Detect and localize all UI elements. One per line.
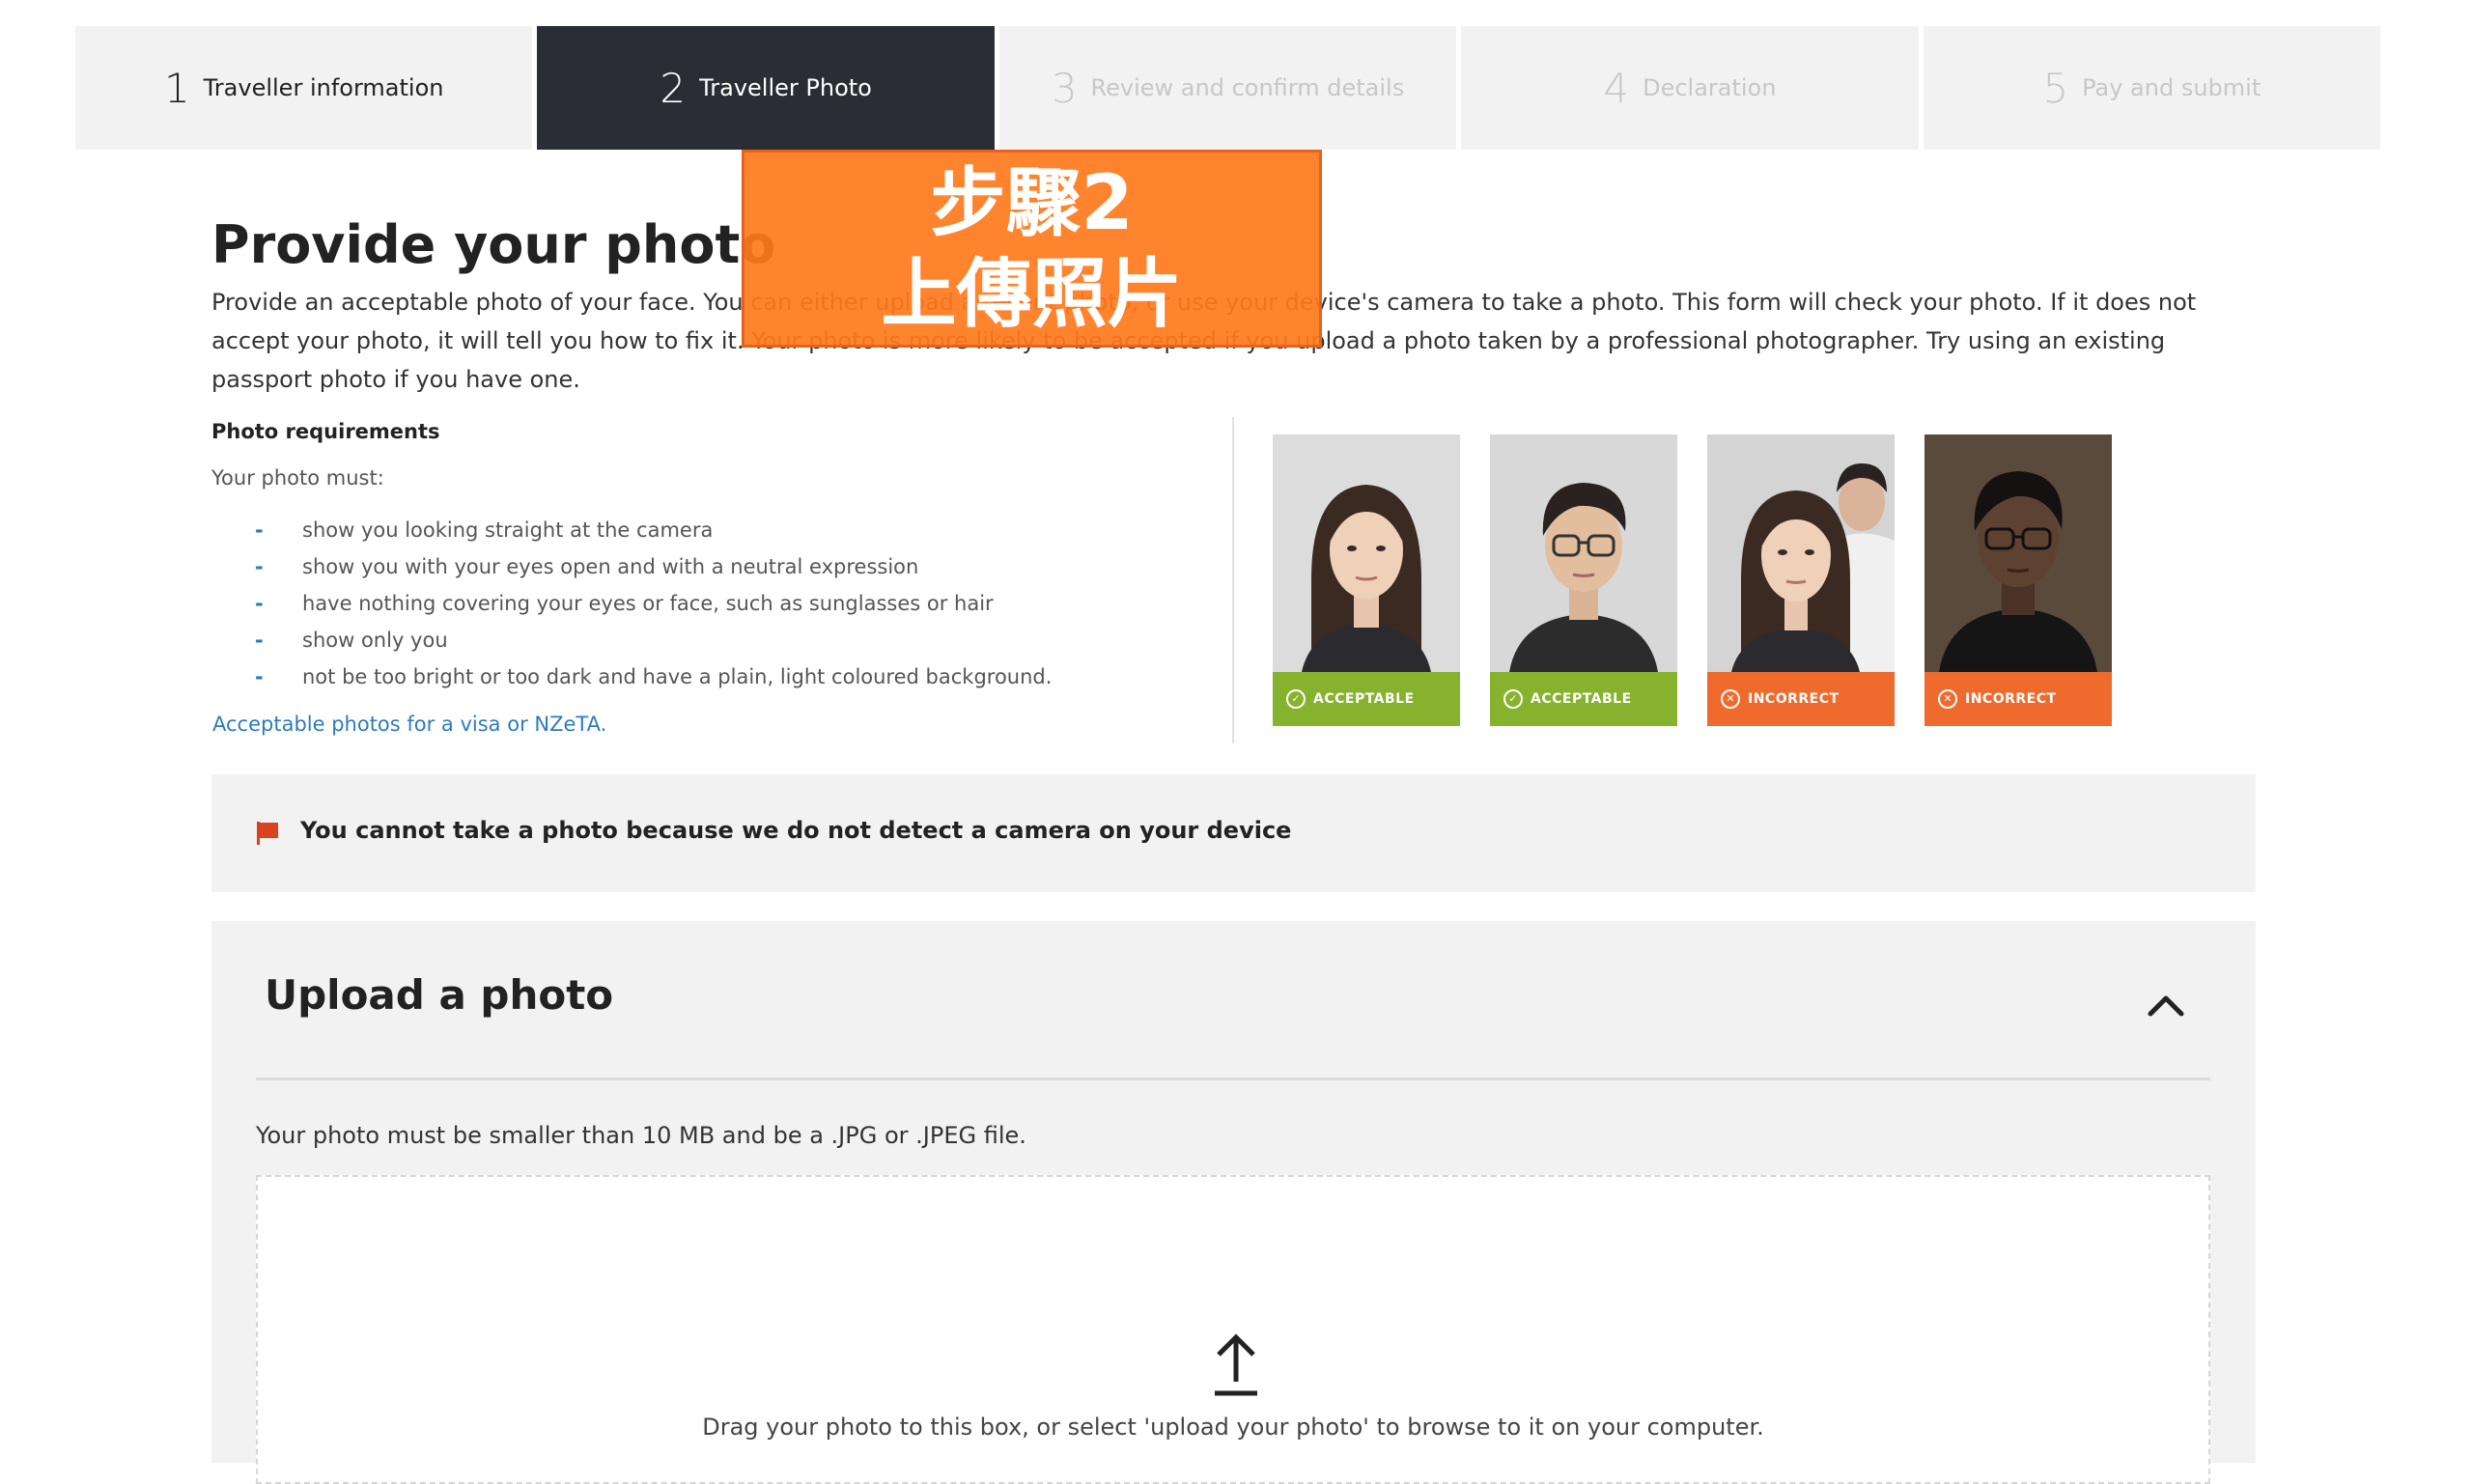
overlay-line-2: 上傳照片 [881,250,1183,338]
step-number: 3 [1051,64,1078,112]
acceptable-badge: ✓ ACCEPTABLE [1273,672,1460,726]
badge-label: ACCEPTABLE [1531,691,1632,707]
acceptable-badge: ✓ ACCEPTABLE [1490,672,1677,726]
upload-title: Upload a photo [265,971,614,1019]
upload-requirements-note: Your photo must be smaller than 10 MB an… [256,1122,1026,1149]
requirements-intro: Your photo must: [211,466,384,490]
step-label: Review and confirm details [1090,74,1405,101]
badge-label: INCORRECT [1748,691,1840,707]
step-label: Declaration [1643,74,1777,101]
divider [256,1078,2210,1080]
list-item: have nothing covering your eyes or face,… [211,585,1052,622]
overlay-line-1: 步驟2 [930,159,1134,247]
step-pay-submit: 5 Pay and submit [1923,26,2381,150]
step-annotation-overlay: 步驟2 上傳照片 [742,150,1322,348]
progress-stepper: 1 Traveller information 2 Traveller Phot… [75,26,2381,150]
divider [1232,417,1234,743]
step-number: 4 [1603,64,1630,112]
page-title: Provide your photo [211,214,776,275]
check-icon: ✓ [1286,689,1306,709]
list-item: not be too bright or too dark and have a… [211,658,1052,695]
flag-icon [257,822,278,845]
portrait-image [1707,434,1895,672]
badge-label: INCORRECT [1965,691,2057,707]
step-label: Traveller information [203,74,444,101]
cross-icon: ✕ [1721,689,1740,709]
upload-panel: Upload a photo Your photo must be smalle… [211,921,2256,1484]
requirements-list: show you looking straight at the camera … [211,512,1052,695]
badge-label: ACCEPTABLE [1313,691,1415,707]
step-number: 2 [660,64,687,112]
step-number: 1 [163,64,190,112]
example-photo-incorrect-1: ✕ INCORRECT [1707,434,1895,726]
example-photo-incorrect-2: ✕ INCORRECT [1924,434,2112,726]
camera-notice-text: You cannot take a photo because we do no… [300,817,1292,844]
example-photo-acceptable-2: ✓ ACCEPTABLE [1490,434,1677,726]
photo-dropzone[interactable]: Drag your photo to this box, or select '… [256,1175,2210,1484]
portrait-image [1924,434,2112,672]
list-item: show you looking straight at the camera [211,512,1052,548]
portrait-image [1273,434,1460,672]
step-traveller-photo[interactable]: 2 Traveller Photo [537,26,995,150]
portrait-image [1490,434,1677,672]
upload-arrow-icon [1215,1333,1257,1396]
acceptable-photos-link[interactable]: Acceptable photos for a visa or NZeTA. [212,713,606,736]
check-icon: ✓ [1503,689,1523,709]
incorrect-badge: ✕ INCORRECT [1707,672,1895,726]
chevron-up-icon[interactable] [2147,991,2185,1020]
requirements-title: Photo requirements [211,420,440,443]
step-traveller-information[interactable]: 1 Traveller information [75,26,533,150]
example-photo-acceptable-1: ✓ ACCEPTABLE [1273,434,1460,726]
incorrect-badge: ✕ INCORRECT [1924,672,2112,726]
cross-icon: ✕ [1938,689,1957,709]
step-review-confirm: 3 Review and confirm details [998,26,1457,150]
step-label: Pay and submit [2082,74,2261,101]
dropzone-text: Drag your photo to this box, or select '… [702,1414,1764,1441]
step-number: 5 [2042,64,2069,112]
step-label: Traveller Photo [699,74,872,101]
step-declaration: 4 Declaration [1461,26,1919,150]
list-item: show you with your eyes open and with a … [211,548,1052,585]
list-item: show only you [211,622,1052,658]
camera-notice: You cannot take a photo because we do no… [211,774,2256,892]
